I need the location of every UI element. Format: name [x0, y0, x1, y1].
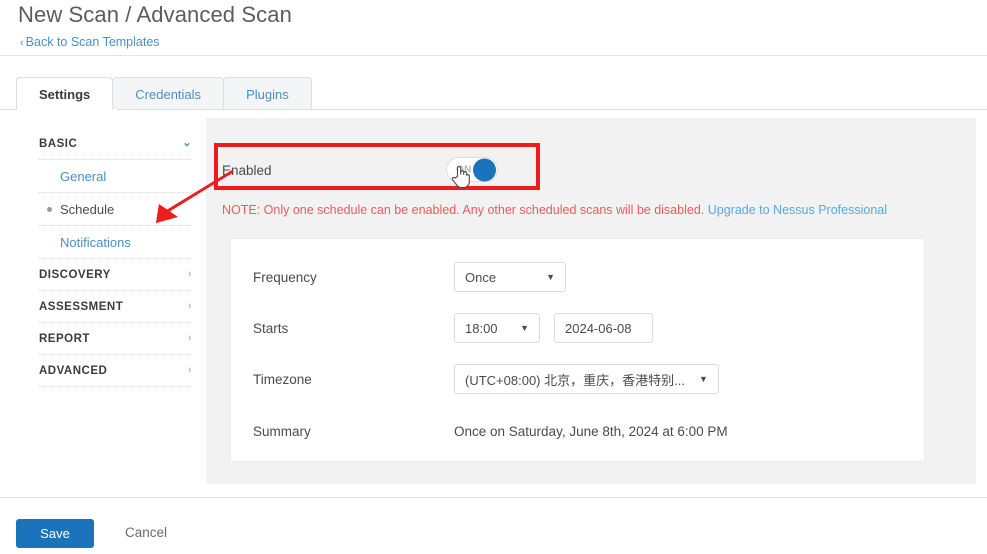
enabled-toggle[interactable]: ON — [446, 157, 498, 182]
page-header: New Scan / Advanced Scan ‹ Back to Scan T… — [0, 0, 987, 56]
summary-value: Once on Saturday, June 8th, 2024 at 6:00… — [454, 423, 728, 439]
sidebar-item-general-label: General — [60, 168, 107, 184]
timezone-label: Timezone — [253, 371, 312, 387]
schedule-note: NOTE: Only one schedule can be enabled. … — [222, 203, 887, 217]
tab-credentials[interactable]: Credentials — [112, 77, 225, 110]
back-link-label: Back to Scan Templates — [25, 35, 160, 49]
chevron-right-icon: › — [187, 364, 192, 376]
chevron-down-icon: ▼ — [698, 373, 708, 384]
schedule-form-card: Frequency Once ▼ Starts 18:00 ▼ 2024-06-… — [230, 238, 925, 462]
tab-settings[interactable]: Settings — [16, 77, 114, 110]
settings-body: BASIC ⌄ General Schedule Notifications D… — [16, 110, 976, 498]
upgrade-to-nessus-professional-link[interactable]: Upgrade to Nessus Professional — [708, 203, 887, 217]
tab-plugins-label: Plugins — [246, 86, 289, 102]
chevron-down-icon: ⌄ — [182, 137, 192, 149]
sidebar-group-advanced-label: ADVANCED — [39, 364, 108, 377]
save-button[interactable]: Save — [16, 519, 94, 548]
toggle-knob[interactable] — [473, 158, 496, 181]
sidebar-item-notifications-label: Notifications — [60, 234, 131, 250]
sidebar-group-basic[interactable]: BASIC ⌄ — [16, 128, 206, 159]
frequency-row: Frequency Once ▼ — [231, 251, 924, 303]
tab-credentials-label: Credentials — [135, 86, 202, 102]
timezone-fields: (UTC+08:00) 北京，重庆，香港特别... ▼ — [454, 364, 719, 394]
tab-plugins[interactable]: Plugins — [223, 77, 312, 110]
page-title: New Scan / Advanced Scan — [18, 2, 292, 27]
tab-bar: Settings Credentials Plugins — [16, 77, 312, 110]
tab-settings-label: Settings — [39, 86, 91, 102]
chevron-right-icon: › — [187, 332, 192, 344]
summary-fields: Once on Saturday, June 8th, 2024 at 6:00… — [454, 424, 728, 439]
back-to-scan-templates-link[interactable]: ‹ Back to Scan Templates — [20, 35, 160, 49]
sidebar-divider — [39, 386, 192, 387]
chevron-right-icon: › — [187, 268, 192, 280]
summary-row: Summary Once on Saturday, June 8th, 2024… — [231, 405, 924, 457]
footer-divider — [0, 497, 987, 498]
starts-row: Starts 18:00 ▼ 2024-06-08 — [231, 302, 924, 354]
chevron-down-icon: ▼ — [546, 271, 555, 282]
start-time-value: 18:00 — [465, 320, 498, 336]
chevron-down-icon: ▼ — [520, 322, 529, 333]
summary-label: Summary — [253, 423, 311, 439]
cancel-button[interactable]: Cancel — [125, 525, 167, 540]
frequency-label: Frequency — [253, 269, 317, 285]
schedule-note-text: NOTE: Only one schedule can be enabled. … — [222, 203, 705, 217]
start-date-input[interactable]: 2024-06-08 — [554, 313, 653, 343]
sidebar-group-advanced[interactable]: ADVANCED › — [16, 355, 206, 386]
timezone-select-value: (UTC+08:00) 北京，重庆，香港特别... — [465, 372, 685, 388]
sidebar-group-report[interactable]: REPORT › — [16, 323, 206, 354]
chevron-left-icon: ‹ — [20, 37, 24, 49]
frequency-fields: Once ▼ — [454, 262, 566, 292]
starts-fields: 18:00 ▼ 2024-06-08 — [454, 313, 653, 343]
sidebar-group-assessment-label: ASSESSMENT — [39, 300, 124, 313]
sidebar-item-general[interactable]: General — [16, 160, 206, 192]
timezone-select[interactable]: (UTC+08:00) 北京，重庆，香港特别... ▼ — [454, 364, 719, 394]
start-time-select[interactable]: 18:00 ▼ — [454, 313, 540, 343]
sidebar-item-schedule-label: Schedule — [60, 201, 115, 217]
sidebar-group-assessment[interactable]: ASSESSMENT › — [16, 291, 206, 322]
schedule-settings-panel: Enabled ON NOTE: Only one schedule can b… — [206, 118, 976, 484]
sidebar-group-discovery-label: DISCOVERY — [39, 268, 111, 281]
sidebar-group-basic-label: BASIC — [39, 137, 78, 150]
chevron-right-icon: › — [187, 300, 192, 312]
sidebar-item-schedule[interactable]: Schedule — [16, 193, 206, 225]
enabled-row: Enabled ON — [222, 152, 938, 188]
header-divider — [0, 55, 987, 56]
timezone-row: Timezone (UTC+08:00) 北京，重庆，香港特别... ▼ — [231, 353, 924, 405]
scan-settings-page: New Scan / Advanced Scan ‹ Back to Scan T… — [0, 0, 987, 554]
start-date-value: 2024-06-08 — [565, 320, 632, 336]
active-tab-underline-mask — [17, 109, 117, 111]
sidebar-group-report-label: REPORT — [39, 332, 90, 345]
frequency-select-value: Once — [465, 269, 497, 285]
current-item-bullet-icon — [47, 207, 52, 212]
settings-sidebar: BASIC ⌄ General Schedule Notifications D… — [16, 110, 206, 498]
toggle-state-label: ON — [456, 164, 472, 175]
frequency-select[interactable]: Once ▼ — [454, 262, 566, 292]
sidebar-item-notifications[interactable]: Notifications — [16, 226, 206, 258]
sidebar-group-discovery[interactable]: DISCOVERY › — [16, 259, 206, 290]
starts-label: Starts — [253, 320, 289, 336]
enabled-label: Enabled — [222, 162, 272, 178]
